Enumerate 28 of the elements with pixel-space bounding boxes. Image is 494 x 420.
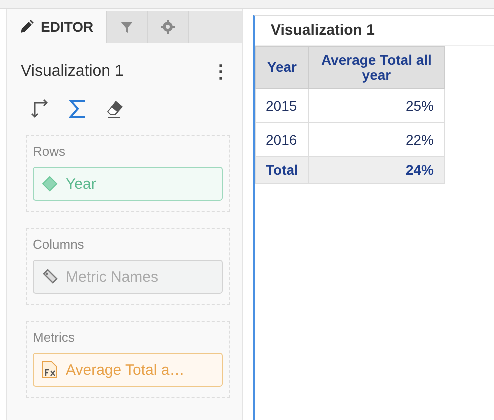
zone-label: Columns [33,237,86,252]
eraser-icon[interactable] [105,99,125,119]
panel-tab[interactable]: EDITOR [7,11,107,43]
table-cell: 2015 [256,88,309,123]
pencil-icon [19,19,35,35]
field-pill[interactable]: Year [33,167,223,201]
zone-label: Rows [33,144,67,159]
settings-icon [160,19,176,35]
sum-icon[interactable] [69,99,87,119]
tag-icon [42,269,58,285]
pivot-icon[interactable] [31,99,51,119]
total-cell: 24% [308,156,444,184]
column-header: Year [256,46,309,89]
field-pill[interactable]: Average Total a… [33,353,223,387]
panel-tab[interactable] [106,11,148,43]
visualization-name: Visualization 1 [21,63,124,81]
more-menu[interactable]: ⋮ [212,61,230,83]
filter-icon [118,19,135,35]
table-cell: 25% [308,88,444,123]
total-cell: Total [256,156,309,184]
formula-icon [42,361,58,379]
zone-label: Metrics [33,330,76,345]
column-header: Average Total all year [308,46,444,89]
table-cell: 22% [308,122,444,157]
table-cell: 2016 [256,122,309,157]
diamond-icon [42,176,58,192]
panel-tab[interactable] [148,11,189,43]
field-pill[interactable]: Metric Names [33,260,223,294]
